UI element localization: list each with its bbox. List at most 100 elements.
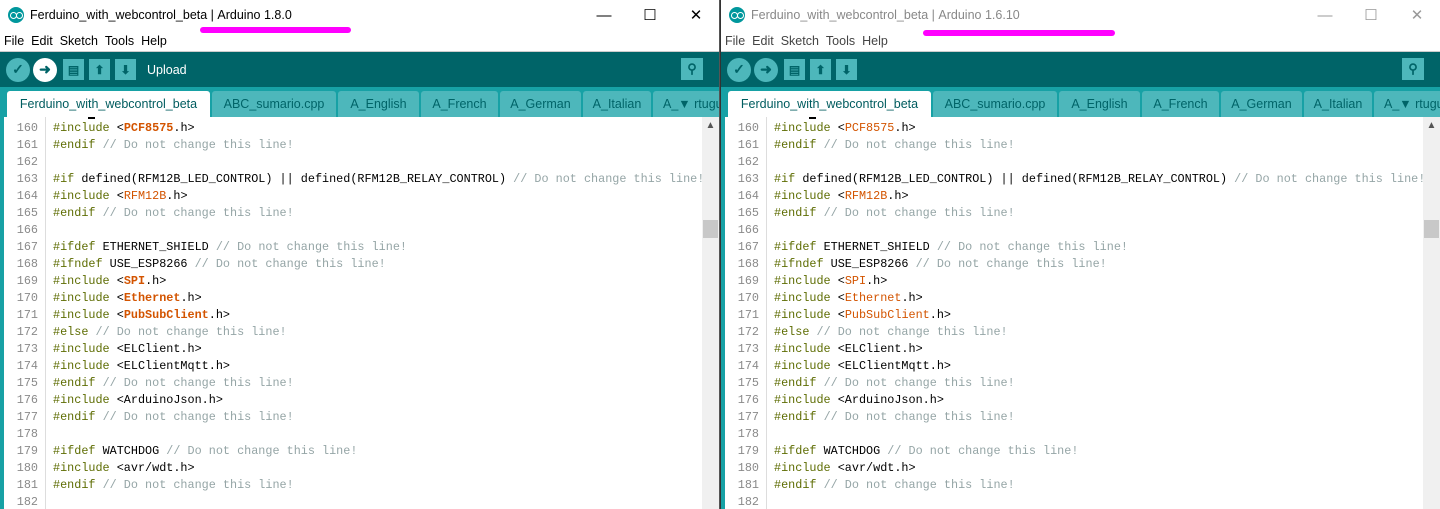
code-token: #ifndef <box>774 257 824 271</box>
serial-monitor-icon: ⚲ <box>687 61 697 76</box>
line-number: 176 <box>16 393 38 407</box>
verify-icon: ✓ <box>733 61 745 77</box>
line-number: 182 <box>737 495 759 509</box>
code-editor[interactable]: 160 #include <PCF8575.h> 161 #endif // Do n… <box>721 117 1440 509</box>
verify-button[interactable]: ✓ <box>6 57 30 82</box>
tab-a-italian[interactable]: A_Italian <box>1304 91 1372 117</box>
line-number: 178 <box>737 427 759 441</box>
scroll-up-arrow-icon[interactable]: ▲ <box>702 117 719 134</box>
code-token: #ifdef <box>53 444 96 458</box>
menu-help[interactable]: Help <box>141 34 167 48</box>
code-token: #endif <box>53 138 96 152</box>
code-token: .h> <box>866 274 888 288</box>
tab-a-english[interactable]: A_English <box>338 91 419 117</box>
tab-a-italian[interactable]: A_Italian <box>583 91 651 117</box>
minimize-button[interactable]: — <box>581 0 627 30</box>
menu-file[interactable]: File <box>725 34 745 48</box>
tab-abc-sumario[interactable]: ABC_sumario.cpp <box>933 91 1057 117</box>
code-token: #ifdef <box>774 444 817 458</box>
tab-bar: Ferduino_with_webcontrol_beta ABC_sumari… <box>0 87 719 117</box>
tab-abc-sumario[interactable]: ABC_sumario.cpp <box>212 91 336 117</box>
code-line: #include <PCF8575.h> <box>774 120 916 137</box>
code-editor[interactable]: 160 #include <PCF8575.h> 161 #endif // Do n… <box>0 117 719 509</box>
tab-a-german[interactable]: A_German <box>1221 91 1302 117</box>
line-number: 174 <box>16 359 38 373</box>
window-title-separator: | <box>207 8 218 22</box>
maximize-button[interactable]: ☐ <box>1348 0 1394 30</box>
code-line: #include <ArduinoJson.h> <box>53 392 223 409</box>
annotation-underline <box>923 30 1115 36</box>
code-line: #endif // Do not change this line! <box>53 375 294 392</box>
tab-a-french[interactable]: A_French <box>1142 91 1219 117</box>
menu-sketch[interactable]: Sketch <box>60 34 98 48</box>
close-button[interactable]: ✕ <box>673 0 719 30</box>
code-token: // Do not change this line! <box>194 257 386 271</box>
serial-monitor-button[interactable]: ⚲ <box>1402 58 1424 80</box>
scrollbar-thumb[interactable] <box>703 220 718 238</box>
code-token: PubSubClient <box>844 308 930 322</box>
tab-ferduino-with-webcontrol-beta[interactable]: Ferduino_with_webcontrol_beta <box>728 91 931 117</box>
line-number: 175 <box>737 376 759 390</box>
tab-a-english[interactable]: A_English <box>1059 91 1140 117</box>
code-token: // Do not change this line! <box>215 240 407 254</box>
code-line: #include <SPI.h> <box>53 273 166 290</box>
menu-sketch[interactable]: Sketch <box>781 34 819 48</box>
code-token: .h> <box>929 308 952 322</box>
serial-monitor-button[interactable]: ⚲ <box>681 58 703 80</box>
code-token: .h> <box>894 121 916 135</box>
code-token: WATCHDOG <box>816 444 888 458</box>
tab-a-french[interactable]: A_French <box>421 91 498 117</box>
open-button[interactable]: ⬆ <box>810 59 831 80</box>
open-button[interactable]: ⬆ <box>89 59 110 80</box>
scroll-up-arrow-icon[interactable]: ▲ <box>1423 117 1440 134</box>
line-number: 168 <box>16 257 38 271</box>
code-token: ETHERNET_SHIELD <box>816 240 937 254</box>
vertical-scrollbar[interactable]: ▲ <box>702 117 719 509</box>
menu-tools[interactable]: Tools <box>105 34 134 48</box>
save-button[interactable]: ⬇ <box>836 59 857 80</box>
code-token: // Do not change this line! <box>88 325 287 339</box>
code-line: #endif // Do not change this line! <box>53 137 294 154</box>
code-token: #include <box>53 121 117 135</box>
close-button[interactable]: ✕ <box>1394 0 1440 30</box>
verify-button[interactable]: ✓ <box>727 57 751 82</box>
title-bar: Ferduino_with_webcontrol_beta | Arduino … <box>0 0 719 30</box>
menu-file[interactable]: File <box>4 34 24 48</box>
code-token: <avr/wdt.h> <box>116 461 195 475</box>
menu-tools[interactable]: Tools <box>826 34 855 48</box>
maximize-button[interactable]: ☐ <box>627 0 673 30</box>
line-number: 181 <box>16 478 38 492</box>
vertical-scrollbar[interactable]: ▲ <box>1423 117 1440 509</box>
upload-button[interactable]: ➜ <box>33 57 57 82</box>
tab-bar: Ferduino_with_webcontrol_beta ABC_sumari… <box>721 87 1440 117</box>
menu-edit[interactable]: Edit <box>31 34 53 48</box>
menu-edit[interactable]: Edit <box>752 34 774 48</box>
code-line: #include <ELClient.h> <box>774 341 923 358</box>
scrollbar-thumb[interactable] <box>1424 220 1439 238</box>
code-token: PubSubClient <box>123 308 209 322</box>
arduino-window-1-8-0: Ferduino_with_webcontrol_beta | Arduino … <box>0 0 720 509</box>
code-token: #include <box>774 291 838 305</box>
code-line: #endif // Do not change this line! <box>53 477 294 494</box>
save-button[interactable]: ⬇ <box>115 59 136 80</box>
line-number: 160 <box>16 121 38 135</box>
code-token: #if <box>774 172 796 186</box>
minimize-button[interactable]: — <box>1302 0 1348 30</box>
code-token: .h> <box>145 274 167 288</box>
code-token: // Do not change this line! <box>816 206 1015 220</box>
code-token: <ELClient.h> <box>116 342 202 356</box>
code-token: < <box>116 308 124 322</box>
tab-ferduino-with-webcontrol-beta[interactable]: Ferduino_with_webcontrol_beta <box>7 91 210 117</box>
code-token: .h> <box>901 291 923 305</box>
menu-help[interactable]: Help <box>862 34 888 48</box>
code-token: #ifdef <box>53 240 96 254</box>
tab-overflow-menu[interactable]: A_▼ rtugu <box>1374 91 1440 117</box>
upload-button[interactable]: ➜ <box>754 57 778 82</box>
code-token: // Do not change this line! <box>816 410 1015 424</box>
code-token: #include <box>774 308 838 322</box>
new-button[interactable]: ▤ <box>784 59 805 80</box>
tab-a-german[interactable]: A_German <box>500 91 581 117</box>
tab-overflow-menu[interactable]: A_▼ rtugu <box>653 91 719 117</box>
code-token: #include <box>53 308 117 322</box>
new-button[interactable]: ▤ <box>63 59 84 80</box>
